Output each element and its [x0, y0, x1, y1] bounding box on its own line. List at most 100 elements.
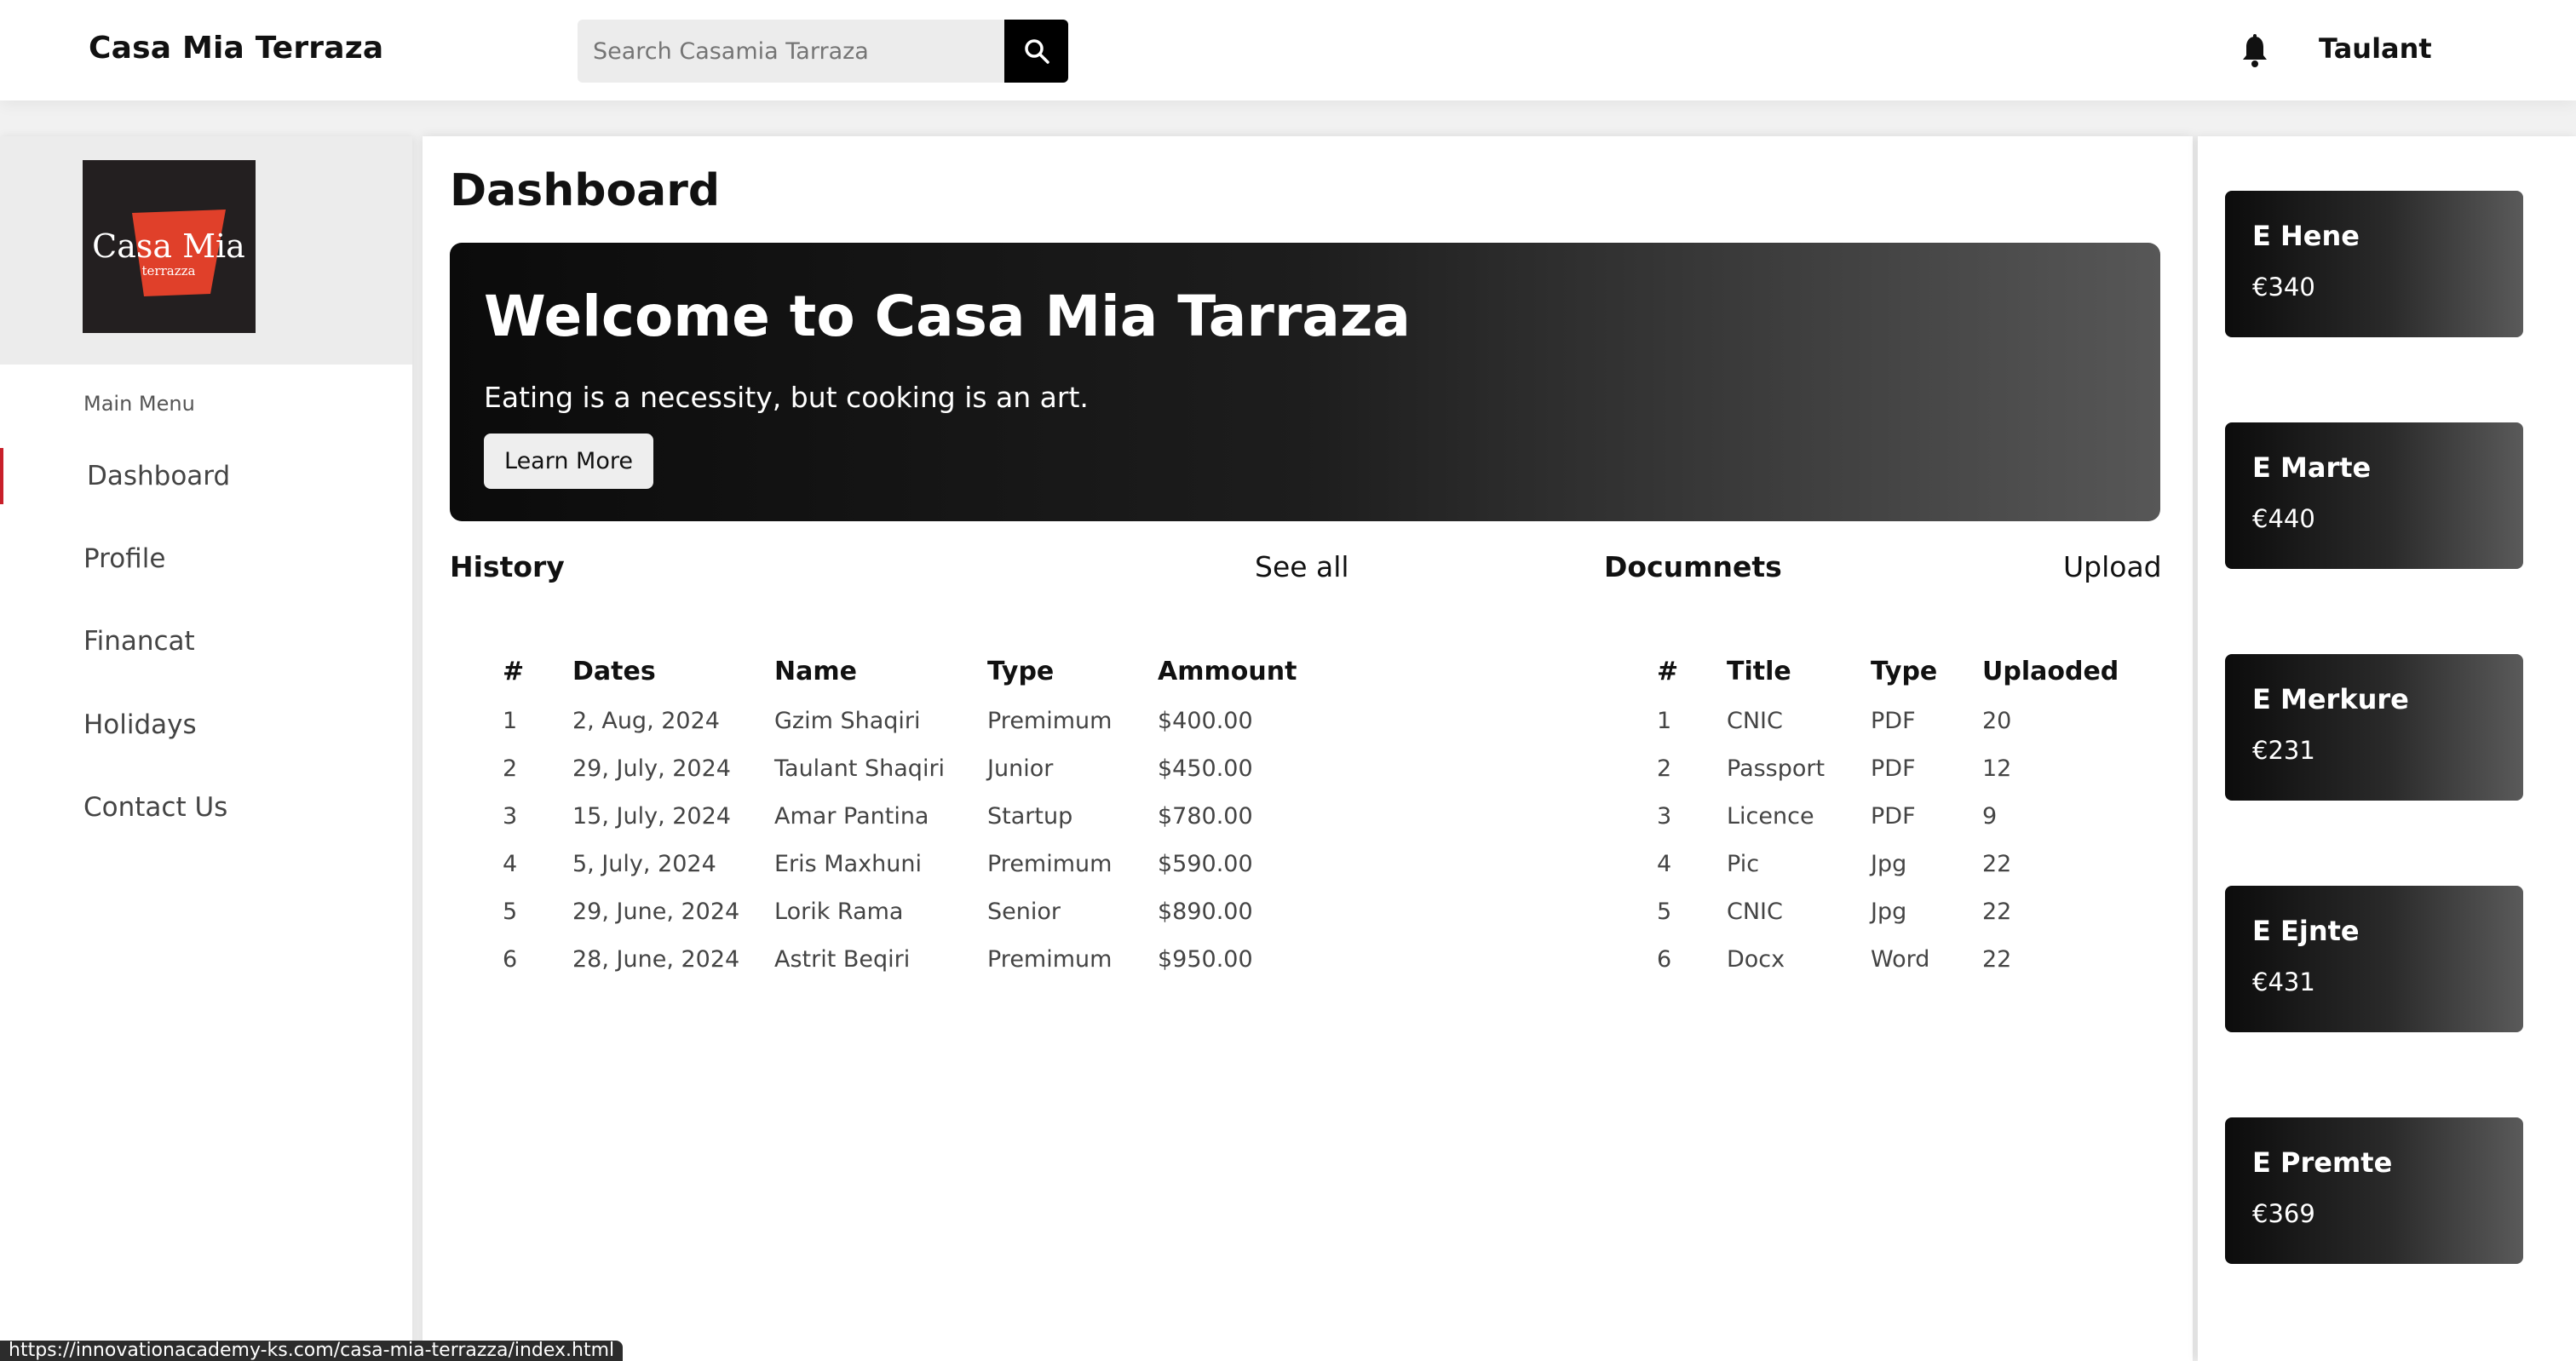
search-icon	[1024, 39, 1049, 64]
table-cell: Amar Pantina	[774, 802, 929, 830]
table-row: 6 28, June, 2024 Astrit Beqiri Premimum …	[503, 935, 1345, 983]
banner-title: Welcome to Casa Mia Tarraza	[484, 284, 1411, 349]
day-card-name: E Ejnte	[2252, 915, 2360, 947]
upload-link[interactable]: Upload	[2063, 550, 2162, 583]
day-card-amount: €369	[2252, 1199, 2315, 1228]
column-header: Name	[774, 656, 857, 686]
right-panel: E Hene €340 E Marte €440 E Merkure €231 …	[2198, 136, 2576, 1361]
table-cell: 22	[1982, 850, 2012, 877]
see-all-link[interactable]: See all	[1255, 550, 1349, 583]
sidebar-item-profile[interactable]: Profile	[0, 531, 412, 587]
column-header: Type	[1871, 656, 1938, 686]
table-cell: Lorik Rama	[774, 898, 904, 925]
table-row: 3 15, July, 2024 Amar Pantina Startup $7…	[503, 792, 1345, 840]
table-cell: 5	[503, 898, 518, 925]
table-header-row: # Dates Name Type Ammount	[503, 646, 1345, 697]
table-cell: $780.00	[1158, 802, 1253, 830]
table-cell: Licence	[1727, 802, 1814, 830]
day-card-name: E Premte	[2252, 1146, 2393, 1179]
sidebar-item-label: Contact Us	[83, 792, 228, 823]
table-row: 5 CNIC Jpg 22	[1657, 887, 2127, 935]
table-cell: 2	[1657, 755, 1672, 782]
table-cell: 2, Aug, 2024	[572, 707, 720, 734]
table-cell: Premimum	[987, 850, 1113, 877]
table-cell: $950.00	[1158, 945, 1253, 973]
day-card-name: E Marte	[2252, 451, 2372, 484]
day-card-amount: €431	[2252, 968, 2315, 996]
table-cell: Senior	[987, 898, 1061, 925]
table-cell: $450.00	[1158, 755, 1253, 782]
column-header: Type	[987, 656, 1055, 686]
column-header: #	[503, 656, 525, 686]
sidebar-item-dashboard[interactable]: Dashboard	[0, 448, 412, 504]
column-header: Uplaoded	[1982, 656, 2119, 686]
table-cell: 22	[1982, 898, 2012, 925]
bell-icon[interactable]	[2240, 34, 2269, 68]
sidebar-item-contact-us[interactable]: Contact Us	[0, 779, 412, 836]
table-cell: Taulant Shaqiri	[774, 755, 946, 782]
table-row: 2 Passport PDF 12	[1657, 744, 2127, 792]
table-cell: Jpg	[1871, 898, 1907, 925]
table-cell: Word	[1871, 945, 1930, 973]
table-cell: $890.00	[1158, 898, 1253, 925]
logo-area: Casa Mia terrazza	[0, 136, 412, 365]
sidebar-item-label: Dashboard	[87, 461, 231, 491]
table-cell: PDF	[1871, 755, 1916, 782]
status-url-bar: https://innovationacademy-ks.com/casa-mi…	[0, 1341, 624, 1361]
table-cell: Docx	[1727, 945, 1785, 973]
table-cell: Eris Maxhuni	[774, 850, 922, 877]
day-card-e-marte[interactable]: E Marte €440	[2225, 422, 2523, 569]
table-cell: Astrit Beqiri	[774, 945, 911, 973]
table-cell: 3	[1657, 802, 1672, 830]
logo-graphic: Casa Mia terrazza	[92, 210, 245, 296]
documents-table: # Title Type Uplaoded 1 CNIC PDF 20 2 Pa…	[1657, 646, 2127, 983]
table-row: 5 29, June, 2024 Lorik Rama Senior $890.…	[503, 887, 1345, 935]
welcome-banner: Welcome to Casa Mia Tarraza Eating is a …	[450, 243, 2160, 521]
table-row: 1 2, Aug, 2024 Gzim Shaqiri Premimum $40…	[503, 697, 1345, 744]
sidebar-item-holidays[interactable]: Holidays	[0, 697, 412, 753]
table-cell: 6	[1657, 945, 1672, 973]
search-button[interactable]	[1004, 20, 1068, 83]
table-cell: 12	[1982, 755, 2012, 782]
table-row: 3 Licence PDF 9	[1657, 792, 2127, 840]
day-card-amount: €440	[2252, 504, 2315, 533]
table-cell: Pic	[1727, 850, 1760, 877]
search-input[interactable]	[578, 20, 1004, 83]
logo[interactable]: Casa Mia terrazza	[83, 160, 256, 333]
day-card-e-premte[interactable]: E Premte €369	[2225, 1117, 2523, 1264]
table-cell: 5, July, 2024	[572, 850, 716, 877]
table-cell: Passport	[1727, 755, 1826, 782]
table-cell: PDF	[1871, 707, 1916, 734]
table-cell: CNIC	[1727, 898, 1783, 925]
table-cell: Premimum	[987, 945, 1113, 973]
table-row: 4 Pic Jpg 22	[1657, 840, 2127, 887]
upload-label: Upload	[2063, 550, 2162, 583]
table-cell: 29, June, 2024	[572, 898, 740, 925]
table-cell: Gzim Shaqiri	[774, 707, 921, 734]
day-card-e-hene[interactable]: E Hene €340	[2225, 191, 2523, 337]
learn-more-button[interactable]: Learn More	[484, 434, 653, 489]
table-cell: CNIC	[1727, 707, 1783, 734]
table-cell: Startup	[987, 802, 1073, 830]
day-card-e-merkure[interactable]: E Merkure €231	[2225, 654, 2523, 801]
brand-title[interactable]: Casa Mia Terraza	[89, 31, 383, 66]
table-cell: 1	[1657, 707, 1672, 734]
user-name[interactable]: Taulant	[2319, 32, 2432, 65]
sidebar-item-financat[interactable]: Financat	[0, 613, 412, 669]
table-cell: $590.00	[1158, 850, 1253, 877]
table-cell: 29, July, 2024	[572, 755, 731, 782]
table-cell: 9	[1982, 802, 1998, 830]
table-row: 4 5, July, 2024 Eris Maxhuni Premimum $5…	[503, 840, 1345, 887]
table-cell: 20	[1982, 707, 2012, 734]
table-cell: 1	[503, 707, 518, 734]
column-header: Dates	[572, 656, 656, 686]
menu-title: Main Menu	[83, 392, 195, 416]
sidebar-item-label: Holidays	[83, 709, 197, 740]
table-cell: PDF	[1871, 802, 1916, 830]
main-content: Dashboard Welcome to Casa Mia Tarraza Ea…	[423, 136, 2193, 1361]
history-heading: History	[450, 550, 565, 583]
table-row: 2 29, July, 2024 Taulant Shaqiri Junior …	[503, 744, 1345, 792]
day-card-e-ejnte[interactable]: E Ejnte €431	[2225, 886, 2523, 1032]
table-cell: 28, June, 2024	[572, 945, 740, 973]
table-cell: 22	[1982, 945, 2012, 973]
